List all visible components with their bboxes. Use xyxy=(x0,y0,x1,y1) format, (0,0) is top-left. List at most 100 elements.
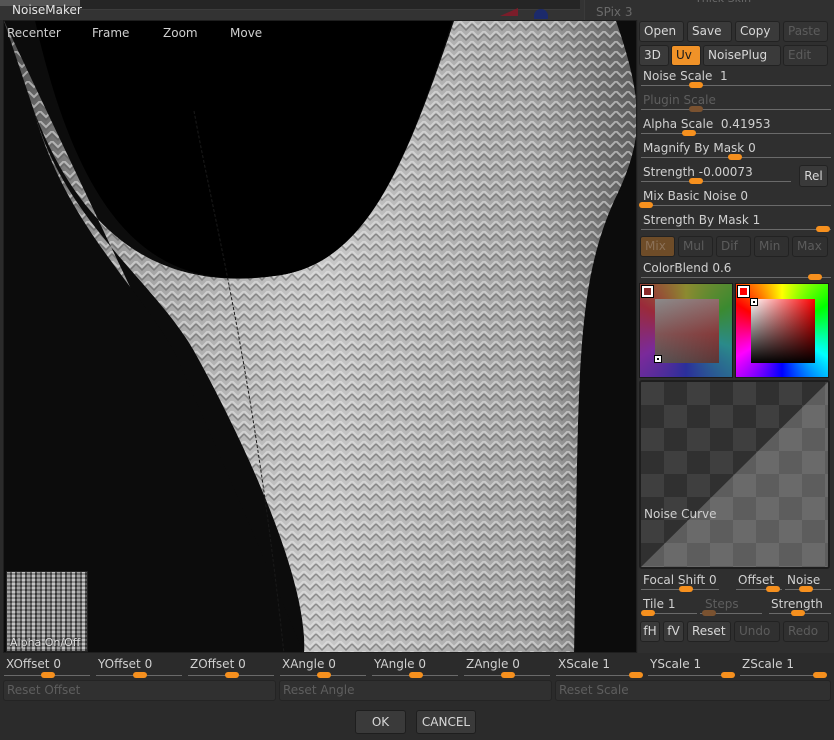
yscale-label: YScale 1 xyxy=(650,657,702,671)
noiseplug-button[interactable]: NoisePlug xyxy=(703,45,781,66)
main-color-swatch xyxy=(737,285,750,298)
tile-knob[interactable] xyxy=(641,610,655,616)
open-button[interactable]: Open xyxy=(639,21,684,42)
focal-shift-slider[interactable]: Focal Shift 0 xyxy=(641,573,719,597)
alpha-scale-slider[interactable]: Alpha Scale 0.41953 xyxy=(641,117,831,141)
frame-button[interactable]: Frame xyxy=(92,26,129,40)
blend-mul-button[interactable]: Mul xyxy=(678,236,713,257)
alpha-toggle-label: Alpha On/Off xyxy=(10,636,81,649)
uv-mode-button[interactable]: Uv xyxy=(671,45,701,66)
strength-slider[interactable]: Strength -0.00073 xyxy=(641,165,791,189)
curve-redo-button[interactable]: Redo xyxy=(783,621,829,642)
secondary-color-cursor[interactable] xyxy=(654,355,662,363)
move-button[interactable]: Move xyxy=(230,26,262,40)
plugin-scale-track xyxy=(641,109,831,110)
curve-strength-knob[interactable] xyxy=(791,610,805,616)
cancel-button[interactable]: CANCEL xyxy=(416,710,476,734)
strength-knob[interactable] xyxy=(689,178,703,184)
xangle-slider[interactable]: XAngle 0 xyxy=(278,654,366,678)
yoffset-slider[interactable]: YOffset 0 xyxy=(94,654,182,678)
strength-by-mask-label: Strength By Mask 1 xyxy=(643,213,761,227)
yangle-knob[interactable] xyxy=(409,672,423,678)
main-color-picker[interactable] xyxy=(735,283,829,378)
xoffset-slider[interactable]: XOffset 0 xyxy=(2,654,90,678)
preview-viewport[interactable]: Recenter Frame Zoom Move Alpha On/Off xyxy=(3,20,637,653)
noise-scale-knob[interactable] xyxy=(689,82,703,88)
plugin-scale-knob[interactable] xyxy=(689,106,703,112)
strength-by-mask-knob[interactable] xyxy=(816,226,830,232)
tile-slider[interactable]: Tile 1 xyxy=(641,597,697,621)
curve-undo-button[interactable]: Undo xyxy=(734,621,780,642)
strength-track xyxy=(641,181,791,182)
curve-reset-button[interactable]: Reset xyxy=(687,621,731,642)
mix-basic-noise-slider[interactable]: Mix Basic Noise 0 xyxy=(639,189,831,213)
main-color-cursor[interactable] xyxy=(750,298,758,306)
zoom-button[interactable]: Zoom xyxy=(163,26,198,40)
mix-basic-noise-knob[interactable] xyxy=(639,202,653,208)
strength-by-mask-track xyxy=(641,229,831,230)
secondary-color-field[interactable] xyxy=(655,299,719,363)
xscale-knob[interactable] xyxy=(629,672,643,678)
secondary-color-picker[interactable] xyxy=(639,283,733,378)
paste-button[interactable]: Paste xyxy=(783,21,828,42)
yangle-label: YAngle 0 xyxy=(374,657,427,671)
curve-strength-slider[interactable]: Strength xyxy=(769,597,831,621)
alpha-toggle-thumbnail[interactable]: Alpha On/Off xyxy=(6,571,88,652)
steps-knob[interactable] xyxy=(702,610,716,616)
noise-slider[interactable]: Noise xyxy=(785,573,831,597)
reset-angle-button[interactable]: Reset Angle xyxy=(279,680,552,701)
zangle-label: ZAngle 0 xyxy=(466,657,520,671)
window-title: NoiseMaker xyxy=(12,3,82,17)
focal-shift-knob[interactable] xyxy=(679,586,693,592)
steps-slider[interactable]: Steps xyxy=(700,597,762,621)
yscale-slider[interactable]: YScale 1 xyxy=(646,654,735,678)
recenter-button[interactable]: Recenter xyxy=(7,26,61,40)
blend-dif-button[interactable]: Dif xyxy=(716,236,751,257)
ok-button[interactable]: OK xyxy=(355,710,406,734)
yangle-slider[interactable]: YAngle 0 xyxy=(370,654,458,678)
noise-curve-editor[interactable]: Noise Curve xyxy=(639,380,830,569)
background-color-dot xyxy=(534,9,548,19)
xangle-knob[interactable] xyxy=(317,672,331,678)
alpha-scale-knob[interactable] xyxy=(682,130,696,136)
noise-scale-slider[interactable]: Noise Scale 1 xyxy=(641,69,831,93)
copy-button[interactable]: Copy xyxy=(735,21,780,42)
rel-button[interactable]: Rel xyxy=(799,165,828,187)
xoffset-knob[interactable] xyxy=(41,672,55,678)
zoffset-slider[interactable]: ZOffset 0 xyxy=(186,654,274,678)
3d-mode-button[interactable]: 3D xyxy=(639,45,669,66)
colorblend-slider[interactable]: ColorBlend 0.6 xyxy=(641,261,831,285)
flip-horizontal-button[interactable]: fH xyxy=(640,621,660,642)
save-button[interactable]: Save xyxy=(687,21,732,42)
noise-knob[interactable] xyxy=(799,586,813,592)
strength-by-mask-slider[interactable]: Strength By Mask 1 xyxy=(641,213,831,237)
offset-slider[interactable]: Offset xyxy=(736,573,782,597)
yscale-knob[interactable] xyxy=(721,672,735,678)
offset-knob[interactable] xyxy=(766,586,780,592)
background-color-indicator xyxy=(500,8,518,16)
zscale-slider[interactable]: ZScale 1 xyxy=(738,654,827,678)
thick-skin-label: Thick Skin xyxy=(695,0,751,5)
mix-basic-noise-label: Mix Basic Noise 0 xyxy=(643,189,748,203)
blend-mix-button[interactable]: Mix xyxy=(640,236,675,257)
edit-button[interactable]: Edit xyxy=(783,45,828,66)
zscale-knob[interactable] xyxy=(813,672,827,678)
main-color-field[interactable] xyxy=(751,299,815,363)
blend-max-button[interactable]: Max xyxy=(792,236,828,257)
zoffset-knob[interactable] xyxy=(225,672,239,678)
knit-mesh-preview xyxy=(4,21,636,652)
reset-scale-button[interactable]: Reset Scale xyxy=(555,680,831,701)
zangle-slider[interactable]: ZAngle 0 xyxy=(462,654,550,678)
reset-offset-button[interactable]: Reset Offset xyxy=(3,680,276,701)
magnify-by-mask-label: Magnify By Mask 0 xyxy=(643,141,756,155)
colorblend-label: ColorBlend 0.6 xyxy=(643,261,732,275)
zangle-knob[interactable] xyxy=(501,672,515,678)
blend-min-button[interactable]: Min xyxy=(754,236,789,257)
magnify-by-mask-slider[interactable]: Magnify By Mask 0 xyxy=(641,141,831,165)
xscale-slider[interactable]: XScale 1 xyxy=(554,654,643,678)
flip-vertical-button[interactable]: fV xyxy=(663,621,684,642)
colorblend-knob[interactable] xyxy=(808,274,822,280)
yoffset-knob[interactable] xyxy=(133,672,147,678)
plugin-scale-slider[interactable]: Plugin Scale xyxy=(641,93,831,117)
magnify-by-mask-knob[interactable] xyxy=(728,154,742,160)
